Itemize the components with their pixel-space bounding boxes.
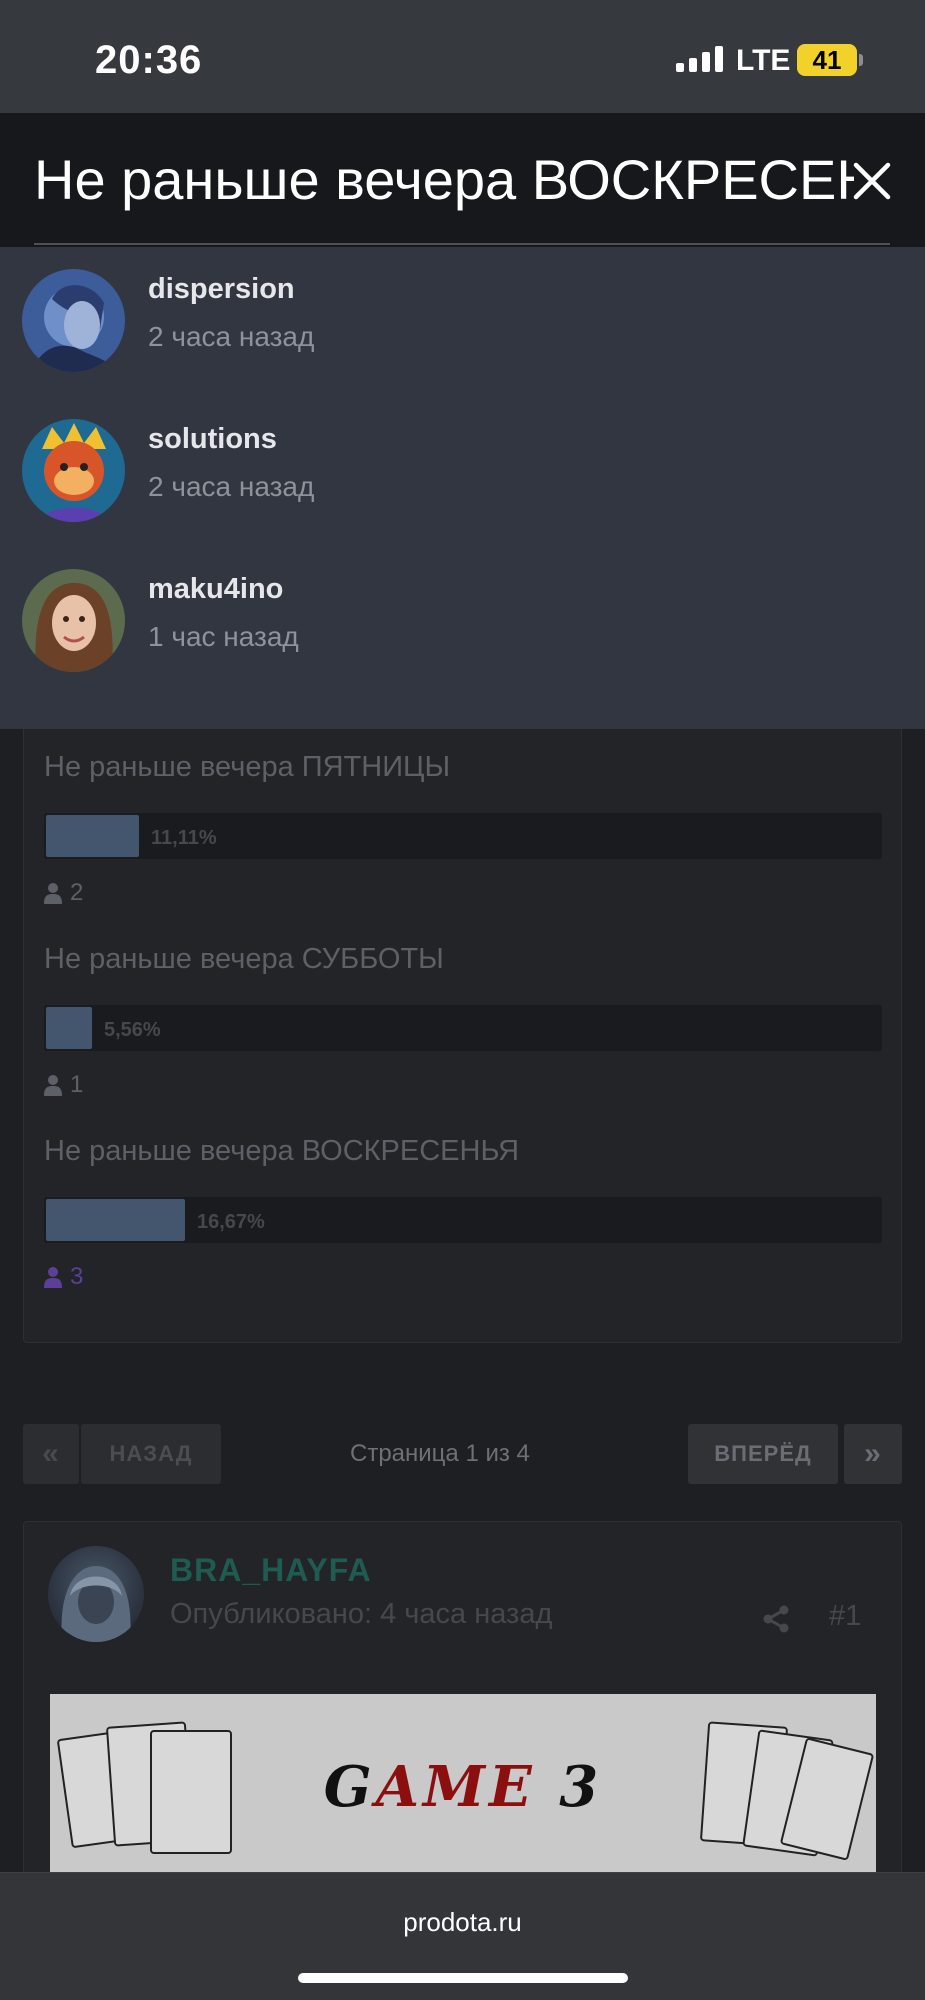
person-icon: [44, 1266, 62, 1288]
avatar[interactable]: [22, 569, 125, 672]
voter-time: 2 часа назад: [148, 471, 315, 502]
poll-bar-fill: [46, 1007, 92, 1049]
poll-vote-count: 3: [70, 1263, 84, 1290]
avatar[interactable]: [48, 1546, 144, 1642]
modal-title: Не раньше вечера ВОСКРЕСЕНЬЯ: [34, 148, 854, 211]
next-page-button[interactable]: ВПЕРЁД: [688, 1424, 838, 1484]
divider: [34, 243, 890, 245]
share-icon[interactable]: [761, 1604, 791, 1639]
voter-name: maku4ino: [148, 573, 284, 605]
poll-bar-track: 11,11%: [44, 813, 882, 859]
prev-page-button[interactable]: НАЗАД: [81, 1424, 221, 1484]
close-icon[interactable]: [844, 153, 900, 209]
browser-bar: prodota.ru: [0, 1872, 925, 2000]
modal-header: Не раньше вечера ВОСКРЕСЕНЬЯ: [0, 113, 925, 247]
poll-voters-link[interactable]: 1: [44, 1071, 83, 1099]
poll-voters-link[interactable]: 3: [44, 1263, 83, 1291]
page-info: Страница 1 из 4: [350, 1440, 530, 1467]
first-page-button[interactable]: «: [23, 1424, 79, 1484]
battery-tip: [859, 54, 863, 66]
battery-icon: 41: [797, 44, 857, 76]
poll-voters-link[interactable]: 2: [44, 879, 83, 907]
status-bar: 20:36 LTE 41: [0, 0, 925, 113]
poll-vote-count: 1: [70, 1071, 84, 1098]
post-date: Опубликовано: 4 часа назад: [170, 1598, 553, 1630]
poll-percent: 16,67%: [197, 1211, 265, 1233]
avatar[interactable]: [22, 269, 125, 372]
list-item[interactable]: solutions 2 часа назад: [0, 397, 925, 537]
list-item[interactable]: maku4ino 1 час назад: [0, 547, 925, 687]
poll-percent: 5,56%: [104, 1019, 161, 1041]
poll-card: Не раньше вечера ПЯТНИЦЫ 11,11% 2 Не ран…: [23, 690, 902, 1343]
poll-bar-fill: [46, 815, 139, 857]
poll-option-label: Не раньше вечера ВОСКРЕСЕНЬЯ: [44, 1135, 520, 1167]
poll-bar-track: 5,56%: [44, 1005, 882, 1051]
signal-icon: [676, 46, 724, 77]
status-time: 20:36: [95, 38, 203, 82]
url-bar[interactable]: prodota.ru: [0, 1907, 925, 1938]
avatar[interactable]: [22, 419, 125, 522]
person-icon: [44, 1074, 62, 1096]
pagination: « НАЗАД Страница 1 из 4 ВПЕРЁД »: [23, 1424, 902, 1484]
home-indicator[interactable]: [298, 1973, 628, 1983]
voter-name: dispersion: [148, 273, 295, 305]
poll-bar-track: 16,67%: [44, 1197, 882, 1243]
voters-list: dispersion 2 часа назад solutions 2 часа…: [0, 247, 925, 729]
poll-vote-count: 2: [70, 879, 84, 906]
person-icon: [44, 882, 62, 904]
post-number-link[interactable]: #1: [829, 1600, 861, 1633]
poll-option-label: Не раньше вечера СУББОТЫ: [44, 943, 444, 975]
list-item[interactable]: dispersion 2 часа назад: [0, 247, 925, 387]
network-type: LTE: [736, 44, 791, 77]
poll-percent: 11,11%: [151, 827, 217, 849]
voter-time: 2 часа назад: [148, 321, 315, 352]
last-page-button[interactable]: »: [844, 1424, 902, 1484]
post-author-link[interactable]: BRA_HAYFA: [170, 1552, 372, 1589]
voter-time: 1 час назад: [148, 621, 299, 652]
poll-bar-fill: [46, 1199, 185, 1241]
voter-name: solutions: [148, 423, 277, 455]
poll-option-label: Не раньше вечера ПЯТНИЦЫ: [44, 751, 451, 783]
